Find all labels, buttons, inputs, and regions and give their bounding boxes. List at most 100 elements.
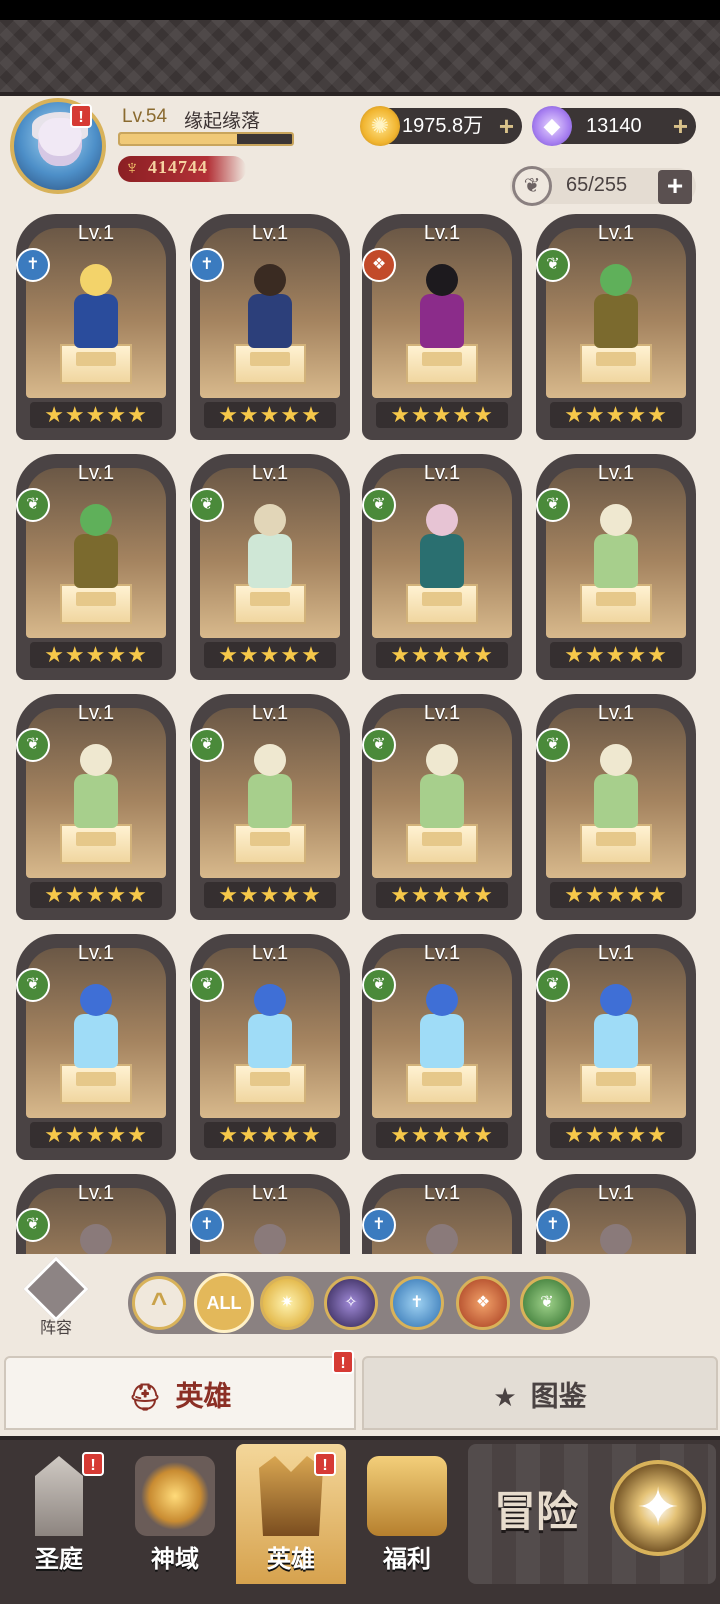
- filter-dark-icon[interactable]: ✧: [324, 1276, 378, 1330]
- faction-nature-icon: ❦: [536, 728, 570, 762]
- hero-head: [426, 1224, 458, 1254]
- hero-portrait: [62, 738, 130, 834]
- hero-level: Lv.1: [251, 1182, 289, 1204]
- hero-portrait: [236, 498, 304, 594]
- nav-court-alert-badge: !: [82, 1452, 104, 1476]
- filter-beast-icon[interactable]: ❖: [456, 1276, 510, 1330]
- hero-level: Lv.1: [597, 222, 635, 244]
- tab-heroes[interactable]: ⛑ 英雄: [4, 1356, 356, 1430]
- xp-bar-fill: [120, 134, 237, 144]
- hero-level: Lv.1: [597, 1182, 635, 1204]
- hero-body: [594, 1014, 638, 1068]
- hero-card[interactable]: Lv.1★★★★★❦: [536, 694, 696, 920]
- expand-capacity-button[interactable]: +: [658, 170, 692, 204]
- faction-nature-icon: ❦: [190, 968, 224, 1002]
- status-strip: [0, 0, 720, 20]
- hero-card[interactable]: Lv.1★★★★★❦: [362, 454, 522, 680]
- hero-card[interactable]: Lv.1★★★★★❦: [362, 694, 522, 920]
- combat-power-value: 414744: [148, 157, 208, 177]
- star-rating: ★★★★★: [30, 882, 162, 908]
- hero-card[interactable]: Lv.1★★★★★❦: [16, 694, 176, 920]
- tab-heroes-alert-badge: !: [332, 1350, 354, 1374]
- filter-nature-icon[interactable]: ❦: [520, 1276, 574, 1330]
- filter-light-icon[interactable]: ✝: [390, 1276, 444, 1330]
- hero-card[interactable]: Lv.1★★★★★❦: [190, 454, 350, 680]
- hero-portrait: [582, 1218, 650, 1254]
- hero-card[interactable]: Lv.1★★★★★❦: [190, 694, 350, 920]
- add-gems-button[interactable]: +: [673, 108, 688, 144]
- hero-level: Lv.1: [77, 462, 115, 484]
- faction-nature-icon: ❦: [16, 1208, 50, 1242]
- hero-level: Lv.1: [423, 222, 461, 244]
- faction-nature-icon: ❦: [190, 488, 224, 522]
- hero-portrait: [62, 1218, 130, 1254]
- gem-currency[interactable]: ◆ 13140 +: [532, 106, 696, 146]
- hero-portrait: [236, 258, 304, 354]
- hero-level: Lv.1: [423, 702, 461, 724]
- hero-portrait: [408, 258, 476, 354]
- faction-nature-icon: ❦: [362, 488, 396, 522]
- star-rating: ★★★★★: [550, 642, 682, 668]
- hero-card[interactable]: Lv.1★★★★★✝: [536, 1174, 696, 1254]
- hero-body: [248, 774, 292, 828]
- treasure-chest-icon: [367, 1456, 447, 1536]
- star-rating: ★★★★★: [376, 1122, 508, 1148]
- gold-amount: 1975.8万: [402, 115, 484, 137]
- star-rating: ★★★★★: [30, 642, 162, 668]
- lineup-button[interactable]: 阵容: [23, 1256, 89, 1337]
- hero-head: [254, 1224, 286, 1254]
- hero-card[interactable]: Lv.1★★★★★✝: [190, 1174, 350, 1254]
- hero-head: [254, 264, 286, 296]
- hero-card[interactable]: Lv.1★★★★★❦: [16, 454, 176, 680]
- hero-head: [426, 504, 458, 536]
- hero-card[interactable]: Lv.1★★★★★❦: [16, 934, 176, 1160]
- hero-capacity-count: 65/255: [566, 174, 628, 196]
- hero-head: [80, 744, 112, 776]
- hero-head: [426, 984, 458, 1016]
- player-level: Lv.54: [122, 106, 168, 127]
- hero-level: Lv.1: [251, 702, 289, 724]
- hero-card[interactable]: Lv.1★★★★★❦: [536, 934, 696, 1160]
- add-gold-button[interactable]: +: [499, 108, 514, 144]
- star-rating: ★★★★★: [550, 882, 682, 908]
- hero-body: [594, 774, 638, 828]
- hero-body: [74, 534, 118, 588]
- hero-body: [248, 534, 292, 588]
- hero-card[interactable]: Lv.1★★★★★✝: [190, 214, 350, 440]
- hero-card[interactable]: Lv.1★★★★★❦: [190, 934, 350, 1160]
- hero-card[interactable]: Lv.1★★★★★❦: [536, 214, 696, 440]
- hero-level: Lv.1: [423, 942, 461, 964]
- hero-body: [420, 294, 464, 348]
- hero-head: [80, 504, 112, 536]
- compass-icon[interactable]: [610, 1460, 706, 1556]
- hero-card[interactable]: Lv.1★★★★★❦: [536, 454, 696, 680]
- hero-card[interactable]: Lv.1★★★★★✝: [362, 1174, 522, 1254]
- gold-currency[interactable]: ✺ 1975.8万 +: [360, 106, 522, 146]
- hero-level: Lv.1: [77, 222, 115, 244]
- hero-card[interactable]: Lv.1★★★★★❦: [16, 1174, 176, 1254]
- tab-codex[interactable]: ★ 图鉴: [362, 1356, 718, 1430]
- filter-holy-icon[interactable]: ✷: [260, 1276, 314, 1330]
- nav-realm[interactable]: 神域: [120, 1444, 230, 1584]
- hero-card[interactable]: Lv.1★★★★★✝: [16, 214, 176, 440]
- filter-all-button[interactable]: ALL: [194, 1273, 254, 1333]
- hero-level: Lv.1: [597, 462, 635, 484]
- hero-body: [594, 294, 638, 348]
- nav-court-label: 圣庭: [35, 1546, 83, 1573]
- hero-portrait: [582, 498, 650, 594]
- hero-grid[interactable]: Lv.1 ★★★★★ ✝ Lv.1 ★★★★★ ✝ Lv.1 ★★★★★ ❖ Lv.1 ★★★★★ ❦…: [0, 214, 720, 1254]
- hero-head: [80, 1224, 112, 1254]
- hero-body: [74, 294, 118, 348]
- hero-card[interactable]: Lv.1★★★★★❦: [362, 934, 522, 1160]
- hero-level: Lv.1: [251, 222, 289, 244]
- faction-light-icon: ✝: [190, 248, 224, 282]
- hero-head: [600, 1224, 632, 1254]
- nav-welfare[interactable]: 福利: [352, 1444, 462, 1584]
- top-decor-band: [0, 20, 720, 96]
- hero-level: Lv.1: [251, 462, 289, 484]
- hero-card[interactable]: Lv.1 ★★★★★ ❖: [362, 214, 522, 440]
- collapse-filter-button[interactable]: ^: [132, 1276, 186, 1330]
- hero-body: [594, 534, 638, 588]
- hero-head: [600, 984, 632, 1016]
- faction-light-icon: ✝: [190, 1208, 224, 1242]
